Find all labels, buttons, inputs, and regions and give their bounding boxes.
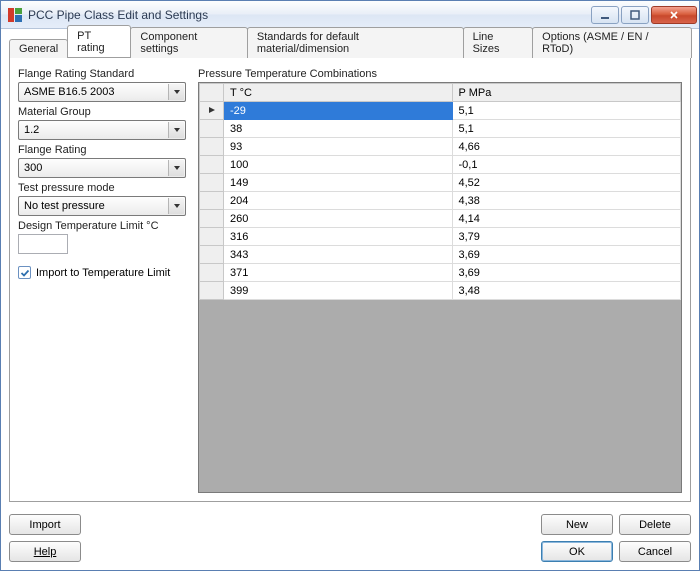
cell-p[interactable]: 4,66 bbox=[452, 138, 681, 156]
row-header[interactable] bbox=[200, 138, 224, 156]
table-row[interactable]: 934,66 bbox=[200, 138, 681, 156]
new-button[interactable]: New bbox=[541, 514, 613, 535]
window-buttons bbox=[591, 6, 697, 24]
row-header[interactable] bbox=[200, 228, 224, 246]
tab-line-sizes[interactable]: Line Sizes bbox=[463, 27, 534, 58]
flange-rating-combo[interactable]: 300 bbox=[18, 158, 186, 178]
cell-p[interactable]: 4,38 bbox=[452, 192, 681, 210]
cell-t[interactable]: 100 bbox=[224, 156, 453, 174]
grid-col-p[interactable]: P MPa bbox=[452, 84, 681, 102]
design-temp-limit-input[interactable] bbox=[18, 234, 68, 254]
table-row[interactable]: 1494,52 bbox=[200, 174, 681, 192]
tab-options-asme-en-rtod[interactable]: Options (ASME / EN / RToD) bbox=[532, 27, 692, 58]
maximize-button[interactable] bbox=[621, 6, 649, 24]
cell-t[interactable]: 399 bbox=[224, 282, 453, 300]
cell-t[interactable]: 343 bbox=[224, 246, 453, 264]
row-header[interactable] bbox=[200, 120, 224, 138]
row-header[interactable] bbox=[200, 282, 224, 300]
close-button[interactable] bbox=[651, 6, 697, 24]
cell-t[interactable]: 149 bbox=[224, 174, 453, 192]
material-group-combo[interactable]: 1.2 bbox=[18, 120, 186, 140]
grid-col-t[interactable]: T °C bbox=[224, 84, 453, 102]
cell-p[interactable]: 3,79 bbox=[452, 228, 681, 246]
cell-p[interactable]: 5,1 bbox=[452, 120, 681, 138]
table-row[interactable]: 3713,69 bbox=[200, 264, 681, 282]
flange-standard-value: ASME B16.5 2003 bbox=[24, 86, 115, 98]
chevron-down-icon bbox=[168, 122, 184, 138]
table-row[interactable]: 3993,48 bbox=[200, 282, 681, 300]
table-row[interactable]: 3163,79 bbox=[200, 228, 681, 246]
test-pressure-mode-combo[interactable]: No test pressure bbox=[18, 196, 186, 216]
chevron-down-icon bbox=[168, 84, 184, 100]
cell-p[interactable]: 3,69 bbox=[452, 246, 681, 264]
pt-grid[interactable]: T °C P MPa -295,1385,1934,66100-0,11494,… bbox=[198, 82, 682, 493]
left-panel: Flange Rating Standard ASME B16.5 2003 M… bbox=[18, 66, 186, 493]
window: PCC Pipe Class Edit and Settings General… bbox=[0, 0, 700, 571]
tab-component-settings[interactable]: Component settings bbox=[130, 27, 247, 58]
cell-p[interactable]: -0,1 bbox=[452, 156, 681, 174]
tab-page-pt-rating: Flange Rating Standard ASME B16.5 2003 M… bbox=[9, 57, 691, 502]
cell-t[interactable]: -29 bbox=[224, 102, 453, 120]
tab-general[interactable]: General bbox=[9, 39, 68, 58]
import-to-temp-limit-row[interactable]: Import to Temperature Limit bbox=[18, 266, 186, 279]
flange-rating-value: 300 bbox=[24, 162, 42, 174]
footer: Import New Delete Help OK Cancel bbox=[1, 508, 699, 570]
import-to-temp-limit-checkbox[interactable] bbox=[18, 266, 31, 279]
tab-strip: GeneralPT ratingComponent settingsStanda… bbox=[9, 35, 691, 57]
cell-t[interactable]: 93 bbox=[224, 138, 453, 156]
table-row[interactable]: 3433,69 bbox=[200, 246, 681, 264]
import-button[interactable]: Import bbox=[9, 514, 81, 535]
cell-p[interactable]: 5,1 bbox=[452, 102, 681, 120]
cell-p[interactable]: 3,48 bbox=[452, 282, 681, 300]
table-row[interactable]: 2044,38 bbox=[200, 192, 681, 210]
table-row[interactable]: 2604,14 bbox=[200, 210, 681, 228]
cancel-button[interactable]: Cancel bbox=[619, 541, 691, 562]
minimize-button[interactable] bbox=[591, 6, 619, 24]
help-button[interactable]: Help bbox=[9, 541, 81, 562]
row-header[interactable] bbox=[200, 264, 224, 282]
test-pressure-mode-value: No test pressure bbox=[24, 200, 105, 212]
content: GeneralPT ratingComponent settingsStanda… bbox=[1, 29, 699, 508]
flange-standard-combo[interactable]: ASME B16.5 2003 bbox=[18, 82, 186, 102]
cell-t[interactable]: 371 bbox=[224, 264, 453, 282]
tab-standards-for-default-material-dimension[interactable]: Standards for default material/dimension bbox=[247, 27, 464, 58]
cell-t[interactable]: 38 bbox=[224, 120, 453, 138]
grid-title: Pressure Temperature Combinations bbox=[198, 68, 682, 80]
test-pressure-mode-label: Test pressure mode bbox=[18, 182, 186, 194]
table-row[interactable]: -295,1 bbox=[200, 102, 681, 120]
cell-t[interactable]: 260 bbox=[224, 210, 453, 228]
app-icon bbox=[7, 7, 23, 23]
window-title: PCC Pipe Class Edit and Settings bbox=[28, 8, 591, 22]
cell-p[interactable]: 3,69 bbox=[452, 264, 681, 282]
flange-standard-label: Flange Rating Standard bbox=[18, 68, 186, 80]
cell-p[interactable]: 4,52 bbox=[452, 174, 681, 192]
row-header[interactable] bbox=[200, 246, 224, 264]
table-row[interactable]: 385,1 bbox=[200, 120, 681, 138]
flange-rating-label: Flange Rating bbox=[18, 144, 186, 156]
cell-t[interactable]: 316 bbox=[224, 228, 453, 246]
row-header[interactable] bbox=[200, 174, 224, 192]
right-panel: Pressure Temperature Combinations T °C P… bbox=[198, 66, 682, 493]
import-to-temp-limit-label: Import to Temperature Limit bbox=[36, 267, 170, 279]
ok-button[interactable]: OK bbox=[541, 541, 613, 562]
chevron-down-icon bbox=[168, 160, 184, 176]
row-header[interactable] bbox=[200, 156, 224, 174]
tab-pt-rating[interactable]: PT rating bbox=[67, 25, 131, 57]
table-row[interactable]: 100-0,1 bbox=[200, 156, 681, 174]
cell-t[interactable]: 204 bbox=[224, 192, 453, 210]
chevron-down-icon bbox=[168, 198, 184, 214]
material-group-value: 1.2 bbox=[24, 124, 39, 136]
design-temp-limit-label: Design Temperature Limit °C bbox=[18, 220, 186, 232]
material-group-label: Material Group bbox=[18, 106, 186, 118]
row-header[interactable] bbox=[200, 210, 224, 228]
cell-p[interactable]: 4,14 bbox=[452, 210, 681, 228]
row-header[interactable] bbox=[200, 192, 224, 210]
grid-corner bbox=[200, 84, 224, 102]
delete-button[interactable]: Delete bbox=[619, 514, 691, 535]
row-header[interactable] bbox=[200, 102, 224, 120]
